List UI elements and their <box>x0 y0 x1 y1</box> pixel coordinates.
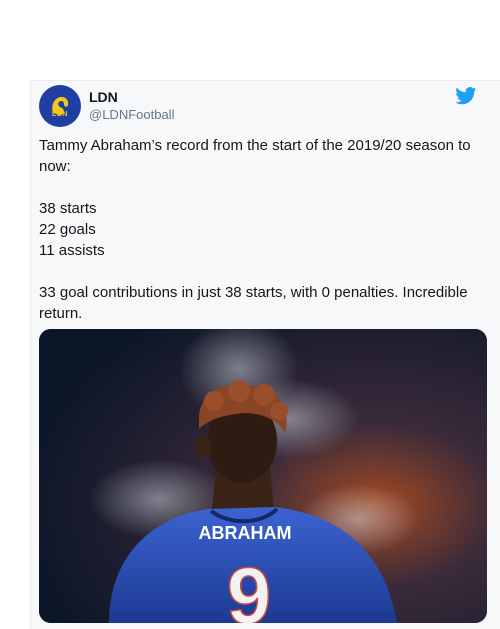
author-name[interactable]: LDN <box>89 89 118 105</box>
tweet-line: 11 assists <box>39 242 105 259</box>
author-handle[interactable]: @LDNFootball <box>89 107 174 122</box>
tweet-media-image[interactable]: ABRAHAM 9 <box>39 329 487 623</box>
tweet-card[interactable]: LDN LDN @LDNFootball Tammy Abraham’s rec… <box>30 80 500 629</box>
line-spacer <box>39 177 479 198</box>
shirt-name: ABRAHAM <box>199 523 292 543</box>
tweet-line: 22 goals <box>39 221 96 238</box>
shirt-number: 9 <box>227 551 272 623</box>
tweet-text: Tammy Abraham’s record from the start of… <box>39 135 479 324</box>
tweet-header: LDN LDN @LDNFootball <box>39 85 491 129</box>
tweet-line: 38 starts <box>39 200 97 217</box>
avatar-label: LDN <box>52 111 68 118</box>
tweet-line: Tammy Abraham’s record from the start of… <box>39 137 471 175</box>
line-spacer <box>39 261 479 282</box>
avatar[interactable]: LDN <box>39 85 81 127</box>
twitter-bird-icon[interactable] <box>455 87 477 105</box>
player-photo: ABRAHAM 9 <box>39 329 487 623</box>
tweet-line: 33 goal contributions in just 38 starts,… <box>39 284 468 322</box>
